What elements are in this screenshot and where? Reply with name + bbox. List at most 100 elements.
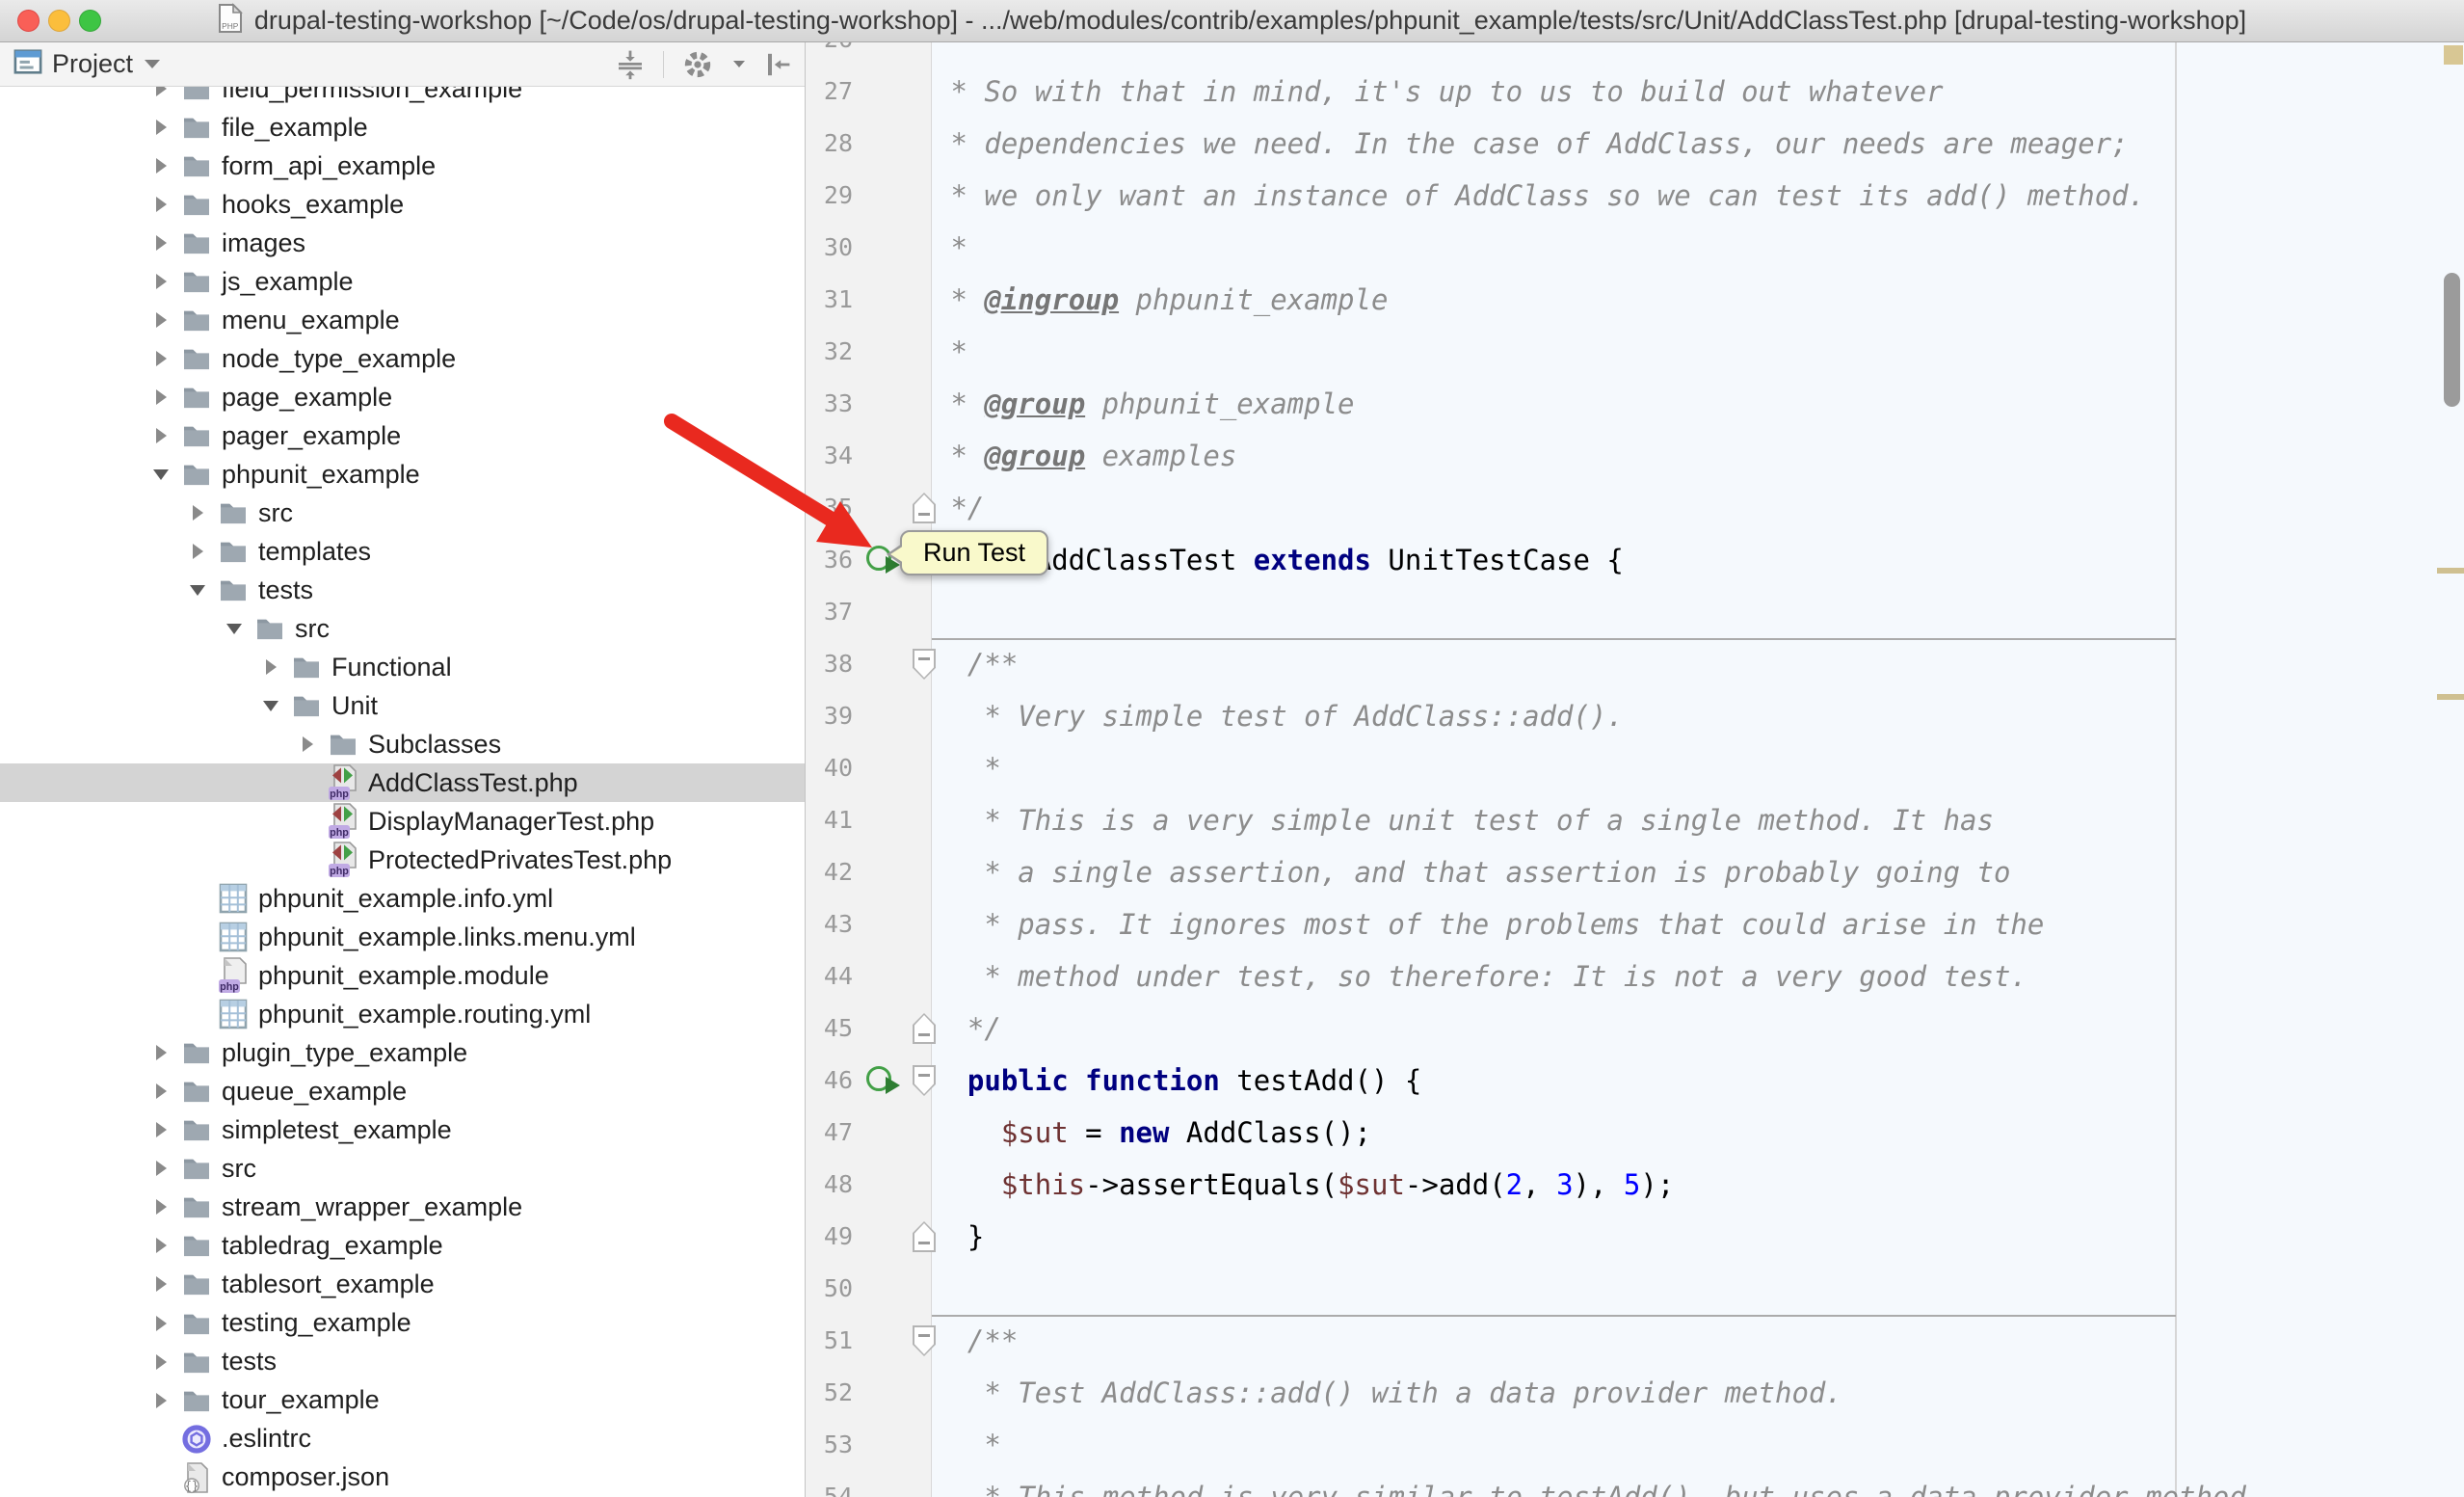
chevron-collapsed-icon[interactable]	[266, 659, 277, 675]
fold-marker[interactable]	[913, 1221, 936, 1252]
tree-item-tour-example[interactable]: tour_example	[0, 1381, 805, 1420]
code-line-26[interactable]: 26	[806, 42, 2464, 66]
chevron-collapsed-icon[interactable]	[156, 1045, 167, 1060]
fold-marker[interactable]	[913, 649, 936, 680]
tree-item-hooks-example[interactable]: hooks_example	[0, 185, 805, 224]
tree-item-images[interactable]: images	[0, 224, 805, 262]
chevron-collapsed-icon[interactable]	[156, 87, 167, 96]
code-line-36[interactable]: 36class AddClassTest extends UnitTestCas…	[806, 534, 2464, 586]
chevron-collapsed-icon[interactable]	[193, 544, 203, 559]
tree-item--eslintrc[interactable]: .eslintrc	[0, 1420, 805, 1458]
fold-marker[interactable]	[913, 493, 936, 523]
tree-item-plugin-type-example[interactable]: plugin_type_example	[0, 1033, 805, 1072]
tree-item-tests[interactable]: tests	[0, 1343, 805, 1381]
tree-item-src[interactable]: src	[0, 609, 805, 648]
gear-icon[interactable]	[681, 48, 714, 81]
tree-item-page-example[interactable]: page_example	[0, 378, 805, 416]
run-test-icon[interactable]	[866, 1066, 891, 1091]
tree-item-protectedprivatestest-php[interactable]: phpProtectedPrivatesTest.php	[0, 841, 805, 879]
tree-item-node-type-example[interactable]: node_type_example	[0, 339, 805, 378]
tree-item-file-example[interactable]: file_example	[0, 108, 805, 147]
tree-item-phpunit-example-info-yml[interactable]: phpunit_example.info.yml	[0, 879, 805, 918]
code-line-40[interactable]: 40 *	[806, 742, 2464, 794]
fold-marker[interactable]	[913, 1325, 936, 1356]
tree-item-unit[interactable]: Unit	[0, 686, 805, 725]
chevron-collapsed-icon[interactable]	[156, 197, 167, 212]
code-line-42[interactable]: 42 * a single assertion, and that assert…	[806, 846, 2464, 898]
run-test-tooltip[interactable]: Run Test	[900, 530, 1048, 575]
code-line-51[interactable]: 51 /**	[806, 1315, 2464, 1367]
code-line-44[interactable]: 44 * method under test, so therefore: It…	[806, 950, 2464, 1002]
scroll-from-source-icon[interactable]	[615, 49, 646, 80]
collapse-panel-icon[interactable]	[762, 49, 793, 80]
tree-item-phpunit-example-module[interactable]: phpphpunit_example.module	[0, 956, 805, 995]
inspection-status-icon[interactable]	[2444, 45, 2463, 65]
chevron-collapsed-icon[interactable]	[156, 1122, 167, 1137]
tree-item-menu-example[interactable]: menu_example	[0, 301, 805, 339]
code-line-29[interactable]: 29 * we only want an instance of AddClas…	[806, 170, 2464, 222]
chevron-collapsed-icon[interactable]	[156, 235, 167, 251]
chevron-down-icon[interactable]	[145, 60, 160, 68]
tree-item-simpletest-example[interactable]: simpletest_example	[0, 1110, 805, 1149]
tree-item-tablesort-example[interactable]: tablesort_example	[0, 1265, 805, 1303]
code-line-33[interactable]: 33 * @group phpunit_example	[806, 378, 2464, 430]
code-line-27[interactable]: 27 * So with that in mind, it's up to us…	[806, 66, 2464, 118]
tree-item-displaymanagertest-php[interactable]: phpDisplayManagerTest.php	[0, 802, 805, 841]
tree-item-addclasstest-php[interactable]: phpAddClassTest.php	[0, 763, 805, 802]
chevron-collapsed-icon[interactable]	[156, 351, 167, 366]
error-stripe-mark[interactable]	[2437, 568, 2464, 574]
code-line-50[interactable]: 50	[806, 1263, 2464, 1315]
code-line-34[interactable]: 34 * @group examples	[806, 430, 2464, 482]
code-line-49[interactable]: 49 }	[806, 1211, 2464, 1263]
code-line-47[interactable]: 47 $sut = new AddClass();	[806, 1107, 2464, 1159]
chevron-expanded-icon[interactable]	[153, 469, 169, 480]
tree-item-subclasses[interactable]: Subclasses	[0, 725, 805, 763]
tree-item-templates[interactable]: templates	[0, 532, 805, 571]
code-line-48[interactable]: 48 $this->assertEquals($sut->add(2, 3), …	[806, 1159, 2464, 1211]
code-line-37[interactable]: 37	[806, 586, 2464, 638]
tree-item-composer-json[interactable]: {}composer.json	[0, 1458, 805, 1497]
fold-marker[interactable]	[913, 1065, 936, 1096]
tree-item-stream-wrapper-example[interactable]: stream_wrapper_example	[0, 1188, 805, 1226]
code-line-32[interactable]: 32 *	[806, 326, 2464, 378]
code-line-35[interactable]: 35 */	[806, 482, 2464, 534]
tree-item-queue-example[interactable]: queue_example	[0, 1072, 805, 1110]
editor-scrollbar[interactable]	[2444, 273, 2460, 407]
tree-item-js-example[interactable]: js_example	[0, 262, 805, 301]
tree-item-testing-example[interactable]: testing_example	[0, 1304, 805, 1343]
code-line-38[interactable]: 38 /**	[806, 638, 2464, 690]
chevron-collapsed-icon[interactable]	[303, 736, 313, 752]
tree-item-field-permission-example[interactable]: field_permission_example	[0, 87, 805, 108]
tree-item-pager-example[interactable]: pager_example	[0, 416, 805, 455]
error-stripe-mark[interactable]	[2437, 694, 2464, 700]
tree-item-src[interactable]: src	[0, 1149, 805, 1188]
chevron-collapsed-icon[interactable]	[193, 505, 203, 521]
minimize-icon[interactable]	[48, 10, 70, 32]
tree-item-src[interactable]: src	[0, 494, 805, 532]
tree-item-phpunit-example[interactable]: phpunit_example	[0, 455, 805, 494]
code-line-53[interactable]: 53 *	[806, 1419, 2464, 1471]
chevron-collapsed-icon[interactable]	[156, 428, 167, 443]
code-line-54[interactable]: 54 * This method is very similar to test…	[806, 1471, 2464, 1497]
code-line-39[interactable]: 39 * Very simple test of AddClass::add()…	[806, 690, 2464, 742]
tree-item-tests[interactable]: tests	[0, 571, 805, 609]
tree-item-phpunit-example-links-menu-yml[interactable]: phpunit_example.links.menu.yml	[0, 918, 805, 956]
chevron-collapsed-icon[interactable]	[156, 1199, 167, 1215]
chevron-collapsed-icon[interactable]	[156, 158, 167, 174]
project-panel-title[interactable]: Project	[52, 49, 133, 79]
chevron-collapsed-icon[interactable]	[156, 389, 167, 405]
chevron-expanded-icon[interactable]	[226, 624, 242, 634]
chevron-expanded-icon[interactable]	[190, 585, 205, 596]
tree-item-tabledrag-example[interactable]: tabledrag_example	[0, 1226, 805, 1265]
code-line-46[interactable]: 46 public function testAdd() {	[806, 1055, 2464, 1107]
chevron-collapsed-icon[interactable]	[156, 1161, 167, 1176]
code-line-28[interactable]: 28 * dependencies we need. In the case o…	[806, 118, 2464, 170]
chevron-collapsed-icon[interactable]	[156, 120, 167, 135]
tree-item-functional[interactable]: Functional	[0, 648, 805, 686]
gear-dropdown-chevron-icon[interactable]	[733, 61, 745, 67]
chevron-collapsed-icon[interactable]	[156, 274, 167, 289]
code-line-30[interactable]: 30 *	[806, 222, 2464, 274]
code-line-45[interactable]: 45 */	[806, 1002, 2464, 1055]
code-line-43[interactable]: 43 * pass. It ignores most of the proble…	[806, 898, 2464, 950]
chevron-collapsed-icon[interactable]	[156, 1276, 167, 1292]
